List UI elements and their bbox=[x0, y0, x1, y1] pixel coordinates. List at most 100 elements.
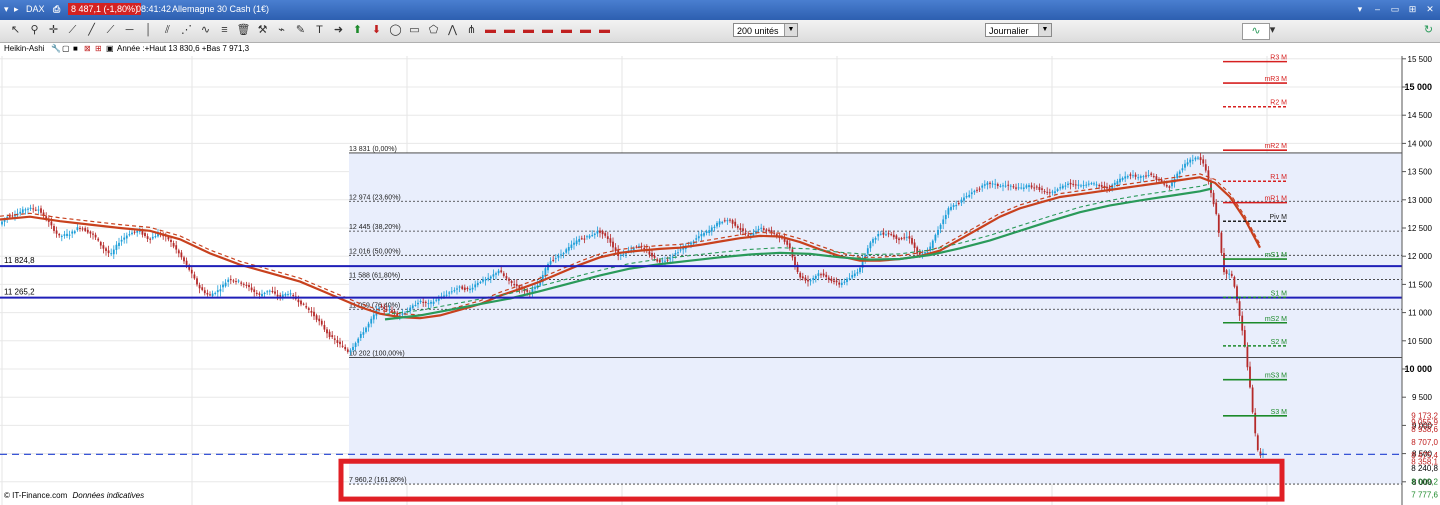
vertical-line-tool-icon[interactable]: │ bbox=[141, 23, 156, 38]
ruler-tool-icon[interactable]: ⟋ bbox=[65, 23, 80, 38]
channel-tool-icon[interactable]: ⫽ bbox=[160, 23, 175, 38]
minimize-icon[interactable]: – bbox=[1371, 3, 1383, 15]
color-swatch-2-icon[interactable]: ▬ bbox=[502, 23, 517, 38]
pattern-tool-icon[interactable]: ⋀ bbox=[445, 23, 460, 38]
candle-bull bbox=[417, 302, 419, 305]
symbol-label[interactable]: DAX bbox=[26, 4, 45, 14]
arrow-right-tool-icon[interactable]: ➜ bbox=[331, 23, 346, 38]
candle-bear bbox=[1212, 192, 1215, 205]
close-icon[interactable]: ✕ bbox=[1424, 3, 1436, 15]
print-icon[interactable]: ⎙ bbox=[53, 4, 60, 15]
restore-icon[interactable]: ▭ bbox=[1389, 3, 1401, 15]
candle-bear bbox=[250, 287, 253, 291]
candle-bull bbox=[110, 253, 113, 255]
pin-icon[interactable]: ⊞ bbox=[1406, 3, 1418, 15]
candle-bear bbox=[900, 238, 903, 240]
arrow-up-tool-icon[interactable]: ⬆ bbox=[350, 23, 365, 38]
candle-bear bbox=[768, 229, 770, 232]
fibonacci-tool-icon[interactable]: ≡ bbox=[217, 23, 232, 38]
candle-bear bbox=[336, 340, 339, 343]
polygon-tool-icon[interactable]: ⬠ bbox=[426, 23, 441, 38]
window-menu-icon[interactable]: ▾ bbox=[1354, 3, 1366, 15]
ellipse-tool-icon[interactable]: ◯ bbox=[388, 23, 403, 38]
candle-bull bbox=[352, 346, 354, 351]
candle-bull bbox=[237, 280, 240, 282]
color-swatch-6-icon[interactable]: ▬ bbox=[578, 23, 593, 38]
candle-bull bbox=[71, 231, 74, 234]
candle-bull bbox=[866, 248, 869, 254]
candle-bull bbox=[1194, 157, 1197, 160]
crosshair-tool-icon[interactable]: ✛ bbox=[46, 23, 61, 38]
candle-bear bbox=[1145, 175, 1147, 177]
candle-bear bbox=[170, 239, 172, 243]
color-swatch-7-icon[interactable]: ▬ bbox=[597, 23, 612, 38]
pivot-level-label: S2 M bbox=[1271, 339, 1288, 346]
candle-bear bbox=[526, 289, 529, 292]
candle-bull bbox=[471, 287, 474, 290]
candle-bull bbox=[575, 240, 578, 245]
candle-bull bbox=[495, 273, 497, 275]
dropdown-arrow-icon[interactable]: ▾ bbox=[4, 4, 9, 15]
period-select[interactable]: Journalier ▼ bbox=[985, 23, 1052, 37]
candle-bull bbox=[562, 253, 565, 255]
candle-bull bbox=[489, 276, 492, 279]
search-arrow-icon[interactable]: ▸ bbox=[14, 4, 19, 15]
candle-bear bbox=[835, 280, 838, 283]
candle-bull bbox=[427, 303, 430, 305]
fan-tool-icon[interactable]: ⋰ bbox=[179, 23, 194, 38]
candle-bear bbox=[149, 238, 152, 240]
trendline-tool-icon[interactable]: ╱ bbox=[84, 23, 99, 38]
candle-bear bbox=[515, 284, 518, 287]
refresh-icon[interactable]: ↻ bbox=[1421, 23, 1436, 38]
pointer-tool-icon[interactable]: ↖ bbox=[8, 23, 23, 38]
zoom-tool-icon[interactable]: ⚲ bbox=[27, 23, 42, 38]
delete-tool-icon[interactable]: 🗑 bbox=[236, 23, 251, 38]
candle-bear bbox=[146, 236, 149, 239]
candle-bear bbox=[177, 250, 180, 254]
candle-bull bbox=[708, 230, 711, 233]
candle-bull bbox=[713, 226, 716, 228]
pitchfork-tool-icon[interactable]: ⋔ bbox=[464, 23, 479, 38]
candle-bear bbox=[606, 236, 609, 240]
price-chart[interactable]: 13 831 (0,00%) 12 974 (23,60%) 12 445 (38,… bbox=[0, 42, 1440, 505]
color-swatch-5-icon[interactable]: ▬ bbox=[559, 23, 574, 38]
pivot-level-label: S3 M bbox=[1271, 409, 1288, 416]
color-swatch-4-icon[interactable]: ▬ bbox=[540, 23, 555, 38]
candle-bear bbox=[1043, 191, 1046, 193]
units-select[interactable]: 200 unités ▼ bbox=[733, 23, 798, 37]
indicator-menu-icon[interactable]: ∿ bbox=[1242, 23, 1270, 40]
text-tool-icon[interactable]: T bbox=[312, 23, 327, 38]
candle-bull bbox=[370, 318, 373, 324]
candle-bull bbox=[950, 206, 952, 210]
candle-bull bbox=[1028, 185, 1030, 188]
brush-tool-icon[interactable]: ✎ bbox=[293, 23, 308, 38]
candle-bear bbox=[32, 208, 35, 210]
chart-tool-icon[interactable]: ⌁ bbox=[274, 23, 289, 38]
candle-bear bbox=[1243, 330, 1246, 347]
candle-bear bbox=[1199, 157, 1202, 161]
candle-bear bbox=[1074, 184, 1077, 186]
candle-bull bbox=[840, 282, 843, 285]
color-swatch-3-icon[interactable]: ▬ bbox=[521, 23, 536, 38]
candle-bull bbox=[469, 288, 471, 291]
candle-bull bbox=[947, 208, 950, 215]
candle-bull bbox=[1082, 185, 1085, 187]
horizontal-line-tool-icon[interactable]: ─ bbox=[122, 23, 137, 38]
candle-bear bbox=[1155, 176, 1158, 180]
candle-bull bbox=[287, 294, 289, 296]
candle-bear bbox=[903, 237, 906, 239]
arrow-down-tool-icon[interactable]: ⬇ bbox=[369, 23, 384, 38]
chevron-down-icon[interactable]: ▾ bbox=[1268, 23, 1277, 38]
candle-bear bbox=[957, 203, 960, 205]
candle-bull bbox=[261, 293, 263, 297]
ray-tool-icon[interactable]: ⟋ bbox=[103, 23, 118, 38]
candle-bear bbox=[385, 309, 388, 311]
candle-bull bbox=[843, 281, 846, 283]
hammer-tool-icon[interactable]: ⚒ bbox=[255, 23, 270, 38]
color-swatch-1-icon[interactable]: ▬ bbox=[483, 23, 498, 38]
wave-tool-icon[interactable]: ∿ bbox=[198, 23, 213, 38]
candle-bull bbox=[625, 253, 627, 255]
candle-bull bbox=[432, 301, 435, 304]
rectangle-tool-icon[interactable]: ▭ bbox=[407, 23, 422, 38]
price-badge: 8 487,1 (-1,80%) bbox=[68, 3, 142, 15]
